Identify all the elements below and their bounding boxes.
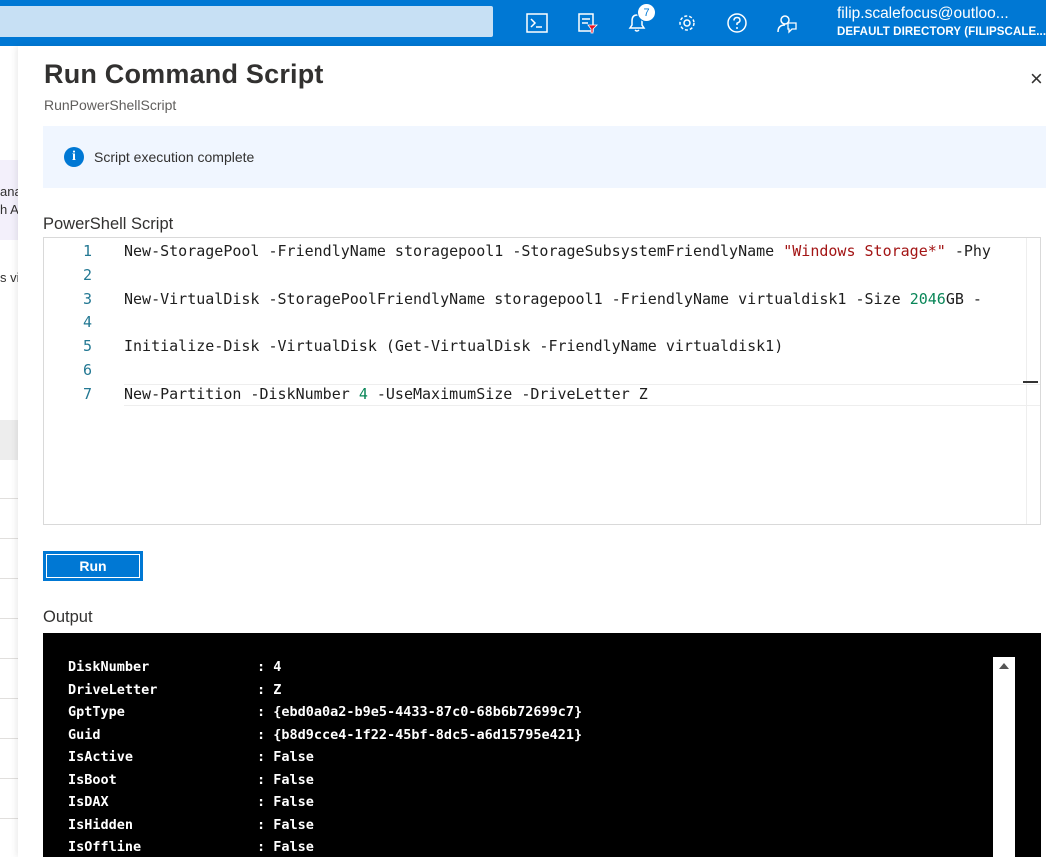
line-number: 4 (82, 313, 92, 332)
line-number: 6 (82, 361, 92, 379)
info-message: Script execution complete (94, 149, 255, 165)
directory-filter-icon[interactable] (571, 7, 603, 39)
page-subtitle: RunPowerShellScript (44, 97, 177, 113)
divider (0, 818, 18, 819)
background-text: h A (0, 202, 18, 217)
output-value: : False (257, 839, 314, 855)
console-scrollbar[interactable] (993, 657, 1015, 857)
code-token: New-StoragePool -FriendlyName storagepoo… (124, 242, 784, 260)
background-page: ana h A s vi (0, 46, 18, 857)
close-icon[interactable]: × (1030, 66, 1043, 92)
output-value: : {ebd0a0a2-b9e5-4433-87c0-68b6b72699c7} (257, 704, 583, 720)
code-token: -Phy (945, 242, 991, 260)
account-menu[interactable]: filip.scalefocus@outloo... DEFAULT DIREC… (837, 5, 1046, 38)
script-editor[interactable]: 1 New-StoragePool -FriendlyName storagepo… (43, 237, 1041, 525)
editor-scroll-marker (1023, 381, 1038, 383)
background-banner (0, 160, 18, 240)
output-value: : False (257, 794, 314, 810)
divider (0, 498, 18, 499)
output-key: Guid (68, 726, 101, 743)
divider (0, 578, 18, 579)
cloud-shell-icon[interactable] (521, 7, 553, 39)
search-input[interactable] (0, 6, 493, 37)
info-icon: i (64, 147, 84, 167)
account-name: filip.scalefocus@outloo... (837, 5, 1009, 22)
output-key: DriveLetter (68, 681, 158, 698)
output-value: : False (257, 771, 314, 788)
output-value: : False (257, 749, 314, 765)
output-value: : 4 (257, 659, 282, 675)
code-text: New-StoragePool -FriendlyName storagepoo… (124, 242, 991, 260)
code-text: New-Partition -DiskNumber 4 -UseMaximumS… (124, 385, 648, 403)
background-text: s vi (0, 270, 18, 285)
page-title: Run Command Script (44, 59, 324, 89)
output-key: IsDAX (68, 794, 109, 810)
line-number: 2 (82, 265, 92, 284)
line-number: 3 (82, 289, 92, 308)
run-button[interactable]: Run (43, 551, 143, 581)
string-token: "Windows Storage*" (783, 242, 946, 260)
script-label: PowerShell Script (43, 215, 174, 233)
help-question-icon[interactable] (721, 7, 753, 39)
code-token: New-Partition -DiskNumber (124, 384, 359, 403)
code-token: New-VirtualDisk -StoragePoolFriendlyName… (124, 289, 910, 308)
divider (0, 658, 18, 659)
line-number: 5 (82, 337, 92, 356)
number-token: 2046 (909, 289, 946, 308)
divider (0, 538, 18, 539)
divider (0, 738, 18, 739)
output-console: DiskNumber : 4 DriveLetter : Z GptType : {ebd… (43, 633, 1041, 857)
output-key: GptType (68, 704, 125, 720)
line-number: 1 (82, 242, 92, 260)
output-key: IsOffline (68, 839, 142, 855)
output-label: Output (43, 608, 93, 626)
output-key: IsActive (68, 749, 134, 765)
number-token: 4 (358, 384, 368, 403)
line-number: 7 (82, 384, 92, 403)
notification-count-badge: 7 (637, 3, 656, 22)
output-value: : {b8d9cce4-1f22-45bf-8dc5-a6d15795e421} (257, 726, 583, 743)
settings-gear-icon[interactable] (671, 7, 703, 39)
scroll-up-arrow-icon[interactable] (999, 663, 1009, 669)
divider (0, 698, 18, 699)
divider (0, 618, 18, 619)
background-row (0, 420, 18, 460)
code-text: New-VirtualDisk -StoragePoolFriendlyName… (124, 290, 982, 308)
divider (0, 778, 18, 779)
output-key: IsHidden (68, 816, 134, 833)
background-text: ana (0, 184, 18, 199)
info-banner: i Script execution complete (43, 126, 1046, 188)
code-token: Initialize-Disk -VirtualDisk (Get-Virtua… (124, 337, 784, 356)
output-value: : False (257, 816, 314, 833)
output-key: IsBoot (68, 771, 117, 788)
run-command-blade: Run Command Script RunPowerShellScript ×… (18, 46, 1046, 857)
code-text: Initialize-Disk -VirtualDisk (Get-Virtua… (124, 337, 783, 355)
account-directory: DEFAULT DIRECTORY (FILIPSCALE... (837, 26, 1046, 38)
code-token: GB - (945, 289, 982, 308)
output-key: DiskNumber (68, 659, 150, 675)
output-value: : Z (257, 681, 282, 698)
top-bar: 7 filip.scalefocus@outloo... DEFAULT DIR… (0, 0, 1046, 46)
feedback-icon[interactable] (771, 7, 803, 39)
code-token: -UseMaximumSize -DriveLetter Z (367, 384, 648, 403)
